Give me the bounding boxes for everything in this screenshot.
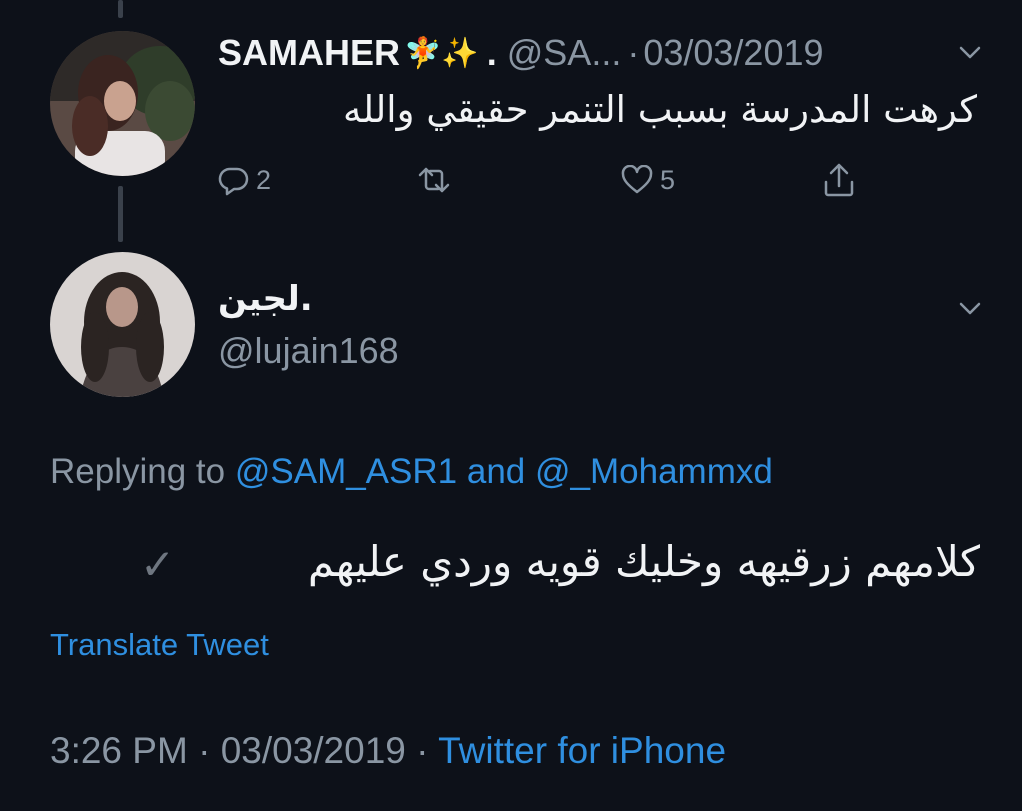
retweet-button[interactable] [414,162,454,198]
tweet2-chevron-down-icon[interactable] [952,294,988,324]
tweet2-text: كلامهم زرقيهه وخليك قويه وردي عليهم [307,537,980,586]
display-name-lujain[interactable]: لجين. [218,279,313,319]
reply-button[interactable]: 2 [218,160,271,200]
handle-lujain[interactable]: @lujain168 [218,330,399,372]
profile-photo-icon [50,31,195,176]
separator-dot: · [198,730,211,771]
avatar-lujain[interactable] [50,252,195,397]
mention-sam-asr1[interactable]: @SAM_ASR1 [235,452,457,491]
separator-dot: · [416,730,429,771]
tweet1-header: SAMAHER 🧚✨ . @SA... · 03/03/2019 [218,28,824,78]
tweet-source-link[interactable]: Twitter for iPhone [438,730,726,771]
separator-dot: · [627,32,640,73]
name-emoji: 🧚✨ [404,36,479,70]
translate-tweet-link[interactable]: Translate Tweet [50,627,269,663]
check-icon: ✓ [140,540,176,589]
replying-to: Replying to @SAM_ASR1 and @_Mohammxd [50,452,773,492]
tweet1-text: كرهت المدرسة بسبب التنمر حقيقي والله [342,88,977,131]
tweet1-chevron-down-icon[interactable] [952,38,988,68]
tweet-time: 3:26 PM [50,730,188,771]
thread-line-top [118,0,123,18]
reply-count: 2 [256,164,272,195]
tweet-timestamp: 3:26 PM · 03/03/2019 · Twitter for iPhon… [50,730,726,772]
tweet-date: 03/03/2019 [220,730,406,771]
mention-mohammxd[interactable]: @_Mohammxd [535,452,773,491]
profile-photo-icon [50,252,195,397]
like-count: 5 [660,164,676,195]
tweet-date[interactable]: 03/03/2019 [643,32,823,74]
heart-icon [621,165,653,194]
replying-prefix: Replying to [50,452,226,491]
like-button[interactable]: 5 [620,160,675,200]
replying-and: and [466,452,526,491]
retweet-icon [418,167,450,193]
thread-line-middle [118,186,123,242]
name-dot: . [486,32,497,73]
share-button[interactable] [822,160,856,200]
handle[interactable]: @SA... [507,32,622,74]
reply-icon [218,167,249,196]
share-icon [824,163,854,197]
display-name[interactable]: SAMAHER [218,32,400,74]
avatar-samaher[interactable] [50,31,195,176]
